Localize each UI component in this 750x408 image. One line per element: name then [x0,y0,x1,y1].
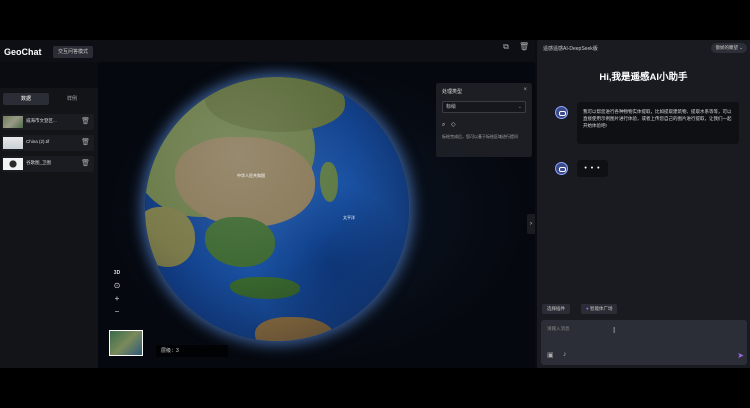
layer-name: 谷歌图_卫图 [26,160,52,165]
user-name: 傲娇的瞭望 [715,45,738,50]
map-label: 太平洋 [343,215,355,220]
layer-thumbnail [3,158,23,170]
model-selector[interactable]: 遥感遥感AI-DeepSeek版 [543,45,598,52]
user-menu[interactable]: 傲娇的瞭望 ⌄ [711,43,747,53]
select-value: 标绘 [446,104,457,110]
chevron-down-icon: ⌄ [739,45,743,50]
export-icon[interactable]: ⧉ [501,42,511,52]
select-plugin-button[interactable]: 选择插件 [542,304,570,314]
zoom-out-button[interactable]: − [115,308,120,316]
typing-indicator: • • • [577,160,608,177]
map-label: 中华人民共和国 [237,173,265,178]
send-icon[interactable]: ➤ [737,351,744,360]
chat-title: Hi,我是遥感AI小助手 [599,72,688,83]
list-item[interactable]: 谷歌图_卫图 🗑 [2,156,94,172]
panel-title: 处理类型 [442,89,463,95]
layer-name: 威海市文登区... [26,118,57,123]
tab-samples[interactable]: 样例 [49,93,95,105]
text-cursor-icon: I [613,326,616,335]
process-type-panel: 处理类型 × 标绘 ⌄ ⌕ ◇ 标绘完成后，您可以基于标绘区域进行提问 [436,83,532,157]
bot-avatar [555,106,568,119]
layer-panel: 数据 样例 威海市文登区... 🗑 China (2).tif 🗑 谷歌图_卫图… [0,88,98,368]
lasso-icon[interactable]: ⌕ [442,122,445,128]
chat-input[interactable] [547,324,697,333]
process-type-select[interactable]: 标绘 ⌄ [442,101,526,113]
layer-thumbnail [3,116,23,128]
agent-plaza-button[interactable]: ● 智能体广场 [581,304,618,314]
basemap-switcher[interactable] [109,330,143,356]
globe[interactable]: 中华人民共和国 太平洋 [145,77,409,341]
map-view[interactable]: 中华人民共和国 太平洋 3D ⊙ + − 层级：3 处理类型 × 标绘 ⌄ ⌕ … [98,62,535,368]
agent-plaza-label: 智能体广场 [589,306,613,311]
trash-icon[interactable]: 🗑 [519,42,529,52]
layer-name: China (2).tif [26,139,50,144]
list-item[interactable]: 威海市文登区... 🗑 [2,114,94,130]
layer-thumbnail [3,137,23,149]
app-window: GeoChat 交互问答模式 ⧉ 🗑 数据 样例 威海市文登区... 🗑 Chi… [0,40,750,368]
chat-panel: 遥感遥感AI-DeepSeek版 傲娇的瞭望 ⌄ Hi,我是遥感AI小助手 我可… [537,40,750,368]
tab-data[interactable]: 数据 [3,93,49,105]
zoom-level-readout: 层级：3 [156,345,228,357]
delete-icon[interactable]: 🗑 [81,138,90,146]
collapse-chat-button[interactable]: › [527,214,535,234]
3d-toggle-button[interactable]: 3D [114,269,120,277]
zoom-in-button[interactable]: + [115,295,120,303]
bot-avatar [555,162,568,175]
map-controls: 3D ⊙ + − [109,269,125,316]
delete-icon[interactable]: 🗑 [81,117,90,125]
top-bar: GeoChat 交互问答模式 ⧉ 🗑 [0,40,535,62]
close-icon[interactable]: × [523,87,527,93]
plot-tools: ⌕ ◇ [442,121,456,129]
mode-button[interactable]: 交互问答模式 [53,46,94,58]
chevron-down-icon: ⌄ [517,104,522,110]
microphone-icon[interactable]: ♪ [563,351,567,358]
delete-icon[interactable]: 🗑 [81,159,90,167]
marker-icon[interactable]: ◇ [451,122,456,128]
list-item[interactable]: China (2).tif 🗑 [2,135,94,151]
image-upload-icon[interactable]: ▣ [547,351,554,359]
layer-tabs: 数据 样例 [3,93,95,105]
chat-header: 遥感遥感AI-DeepSeek版 傲娇的瞭望 ⌄ [537,40,750,55]
layer-list: 威海市文登区... 🗑 China (2).tif 🗑 谷歌图_卫图 🗑 [2,114,94,177]
chat-input-box: I ▣ ♪ ➤ [541,320,747,365]
app-logo: GeoChat [4,47,42,57]
compass-icon[interactable]: ⊙ [114,282,121,290]
globe-shading [145,77,409,341]
panel-tip: 标绘完成后，您可以基于标绘区域进行提问 [442,134,518,139]
bot-message: 我可以帮您进行各种物物实体提取，比如提取建筑物、提取水系等等，可以直接使用示例图… [577,102,739,144]
